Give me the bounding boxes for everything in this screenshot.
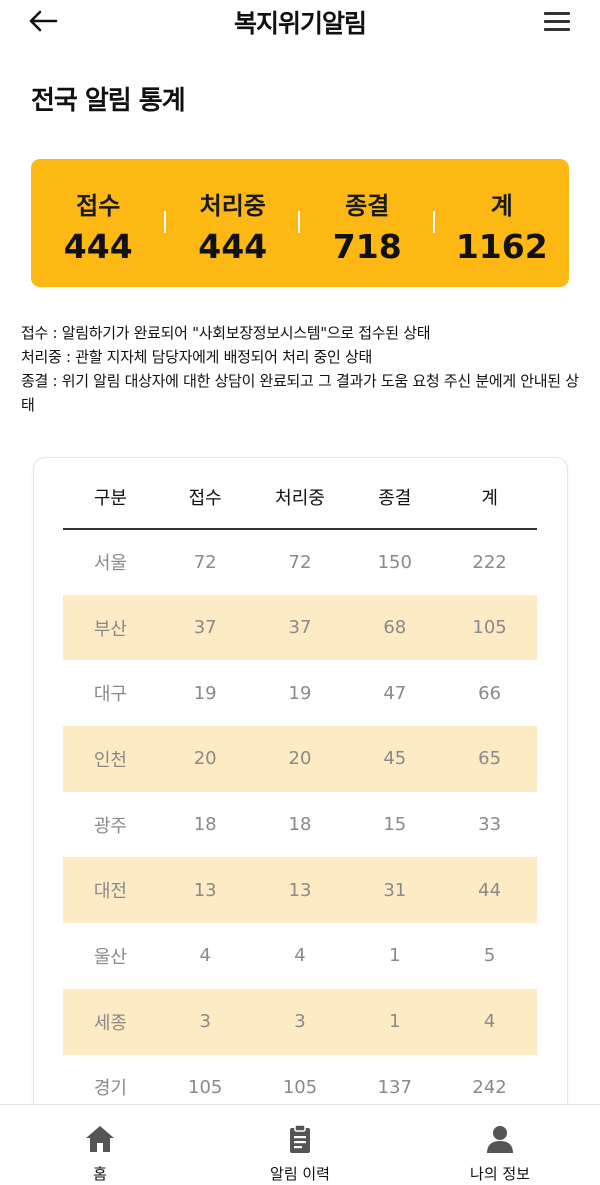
bottom-navigation: 홈 알림 이력 나의 정보 xyxy=(0,1104,600,1185)
table-cell: 광주 xyxy=(93,815,127,837)
note-closed: 종결 : 위기 알림 대상자에 대한 상담이 완료되고 그 결과가 도움 요청 … xyxy=(21,372,579,414)
summary-value: 444 xyxy=(63,227,133,266)
table-cell: 대전 xyxy=(63,857,158,924)
table-row: 인천 20 20 45 65 xyxy=(63,726,537,792)
summary-value: 718 xyxy=(332,227,402,266)
summary-label: 처리중 xyxy=(199,192,266,220)
table-cell: 15 xyxy=(383,814,407,836)
table-cell: 72 xyxy=(193,551,217,573)
menu-button[interactable] xyxy=(542,9,572,35)
table-cell: 37 xyxy=(252,594,348,661)
app-title: 복지위기알림 xyxy=(233,9,367,38)
page-title: 전국 알림 통계 xyxy=(31,86,186,116)
table-cell: 13 xyxy=(157,857,253,924)
table-cell: 20 xyxy=(157,726,253,792)
header-total: 계 xyxy=(442,466,537,530)
top-app-bar: 복지위기알림 xyxy=(0,0,600,46)
summary-value: 444 xyxy=(198,227,268,266)
summary-label: 접수 xyxy=(76,192,121,220)
table-header-row: 구분 접수 처리중 종결 계 xyxy=(63,466,537,530)
nav-my-info[interactable]: 나의 정보 xyxy=(400,1105,600,1185)
regional-stats-table: 구분 접수 처리중 종결 계 서울 72 72 150 222 부산 37 37… xyxy=(63,466,537,1120)
table-cell: 44 xyxy=(442,857,537,924)
table-cell: 4 xyxy=(294,945,306,967)
table-cell: 222 xyxy=(472,551,507,573)
table-cell: 울산 xyxy=(93,946,127,968)
table-cell: 18 xyxy=(288,814,312,836)
table-cell: 1 xyxy=(389,945,401,967)
user-icon xyxy=(487,1126,513,1153)
table-cell: 65 xyxy=(442,726,537,792)
summary-divider xyxy=(433,211,435,233)
hamburger-menu-icon xyxy=(544,12,570,15)
table-cell: 4 xyxy=(442,988,537,1055)
table-cell: 66 xyxy=(478,682,502,704)
header-received: 접수 xyxy=(157,466,253,530)
summary-closed: 종결 718 xyxy=(300,159,435,287)
table-cell: 33 xyxy=(478,814,502,836)
table-cell: 18 xyxy=(193,814,217,836)
nav-label: 알림 이력 xyxy=(270,1165,330,1183)
table-cell: 19 xyxy=(193,682,217,704)
table-cell: 37 xyxy=(157,594,253,661)
table-cell: 대구 xyxy=(93,684,127,706)
table-cell: 47 xyxy=(383,682,407,704)
table-cell: 68 xyxy=(347,594,443,661)
summary-card: 접수 444 처리중 444 종결 718 계 1162 xyxy=(31,159,569,287)
note-processing: 처리중 : 관할 지자체 담당자에게 배정되어 처리 중인 상태 xyxy=(21,348,373,366)
note-received: 접수 : 알림하기가 완료되어 "사회보장정보시스템"으로 접수된 상태 xyxy=(21,324,431,342)
summary-total: 계 1162 xyxy=(435,159,570,287)
summary-label: 종결 xyxy=(345,192,390,220)
header-region: 구분 xyxy=(63,466,158,530)
table-cell: 13 xyxy=(252,857,348,924)
table-cell: 세종 xyxy=(63,988,158,1055)
table-cell: 72 xyxy=(288,551,312,573)
table-row: 서울 72 72 150 222 xyxy=(63,529,537,595)
table-row: 광주 18 18 15 33 xyxy=(63,792,537,858)
table-cell: 서울 xyxy=(93,553,127,575)
table-cell: 19 xyxy=(288,682,312,704)
nav-label: 나의 정보 xyxy=(470,1165,530,1183)
status-definitions: 접수 : 알림하기가 완료되어 "사회보장정보시스템"으로 접수된 상태 처리중… xyxy=(21,321,591,417)
nav-label: 홈 xyxy=(93,1165,107,1183)
table-cell: 1 xyxy=(347,988,443,1055)
header-closed: 종결 xyxy=(347,466,443,530)
table-cell: 3 xyxy=(252,988,348,1055)
table-cell: 5 xyxy=(483,945,496,967)
nav-home[interactable]: 홈 xyxy=(0,1105,200,1185)
table-cell: 부산 xyxy=(63,594,158,661)
table-cell: 20 xyxy=(252,726,348,792)
table-row: 세종 3 3 1 4 xyxy=(63,988,537,1055)
table-cell: 105 xyxy=(442,594,537,661)
summary-divider xyxy=(164,211,166,233)
table-row: 울산 4 4 1 5 xyxy=(63,923,537,989)
nav-alert-history[interactable]: 알림 이력 xyxy=(200,1105,400,1185)
table-cell: 150 xyxy=(377,551,412,573)
table-cell: 3 xyxy=(157,988,253,1055)
summary-divider xyxy=(298,211,300,233)
table-cell: 31 xyxy=(347,857,443,924)
clipboard-icon xyxy=(290,1124,310,1153)
summary-received: 접수 444 xyxy=(31,159,166,287)
table-cell: 45 xyxy=(347,726,443,792)
summary-processing: 처리중 444 xyxy=(166,159,301,287)
header-processing: 처리중 xyxy=(252,466,348,530)
home-icon xyxy=(86,1126,114,1152)
summary-value: 1162 xyxy=(455,227,548,266)
table-row: 대구 19 19 47 66 xyxy=(63,660,537,726)
summary-label: 계 xyxy=(490,192,513,220)
table-row: 부산 37 37 68 105 xyxy=(63,594,537,661)
table-row: 대전 13 13 31 44 xyxy=(63,857,537,924)
table-cell: 인천 xyxy=(63,726,158,792)
table-cell: 4 xyxy=(199,945,211,967)
